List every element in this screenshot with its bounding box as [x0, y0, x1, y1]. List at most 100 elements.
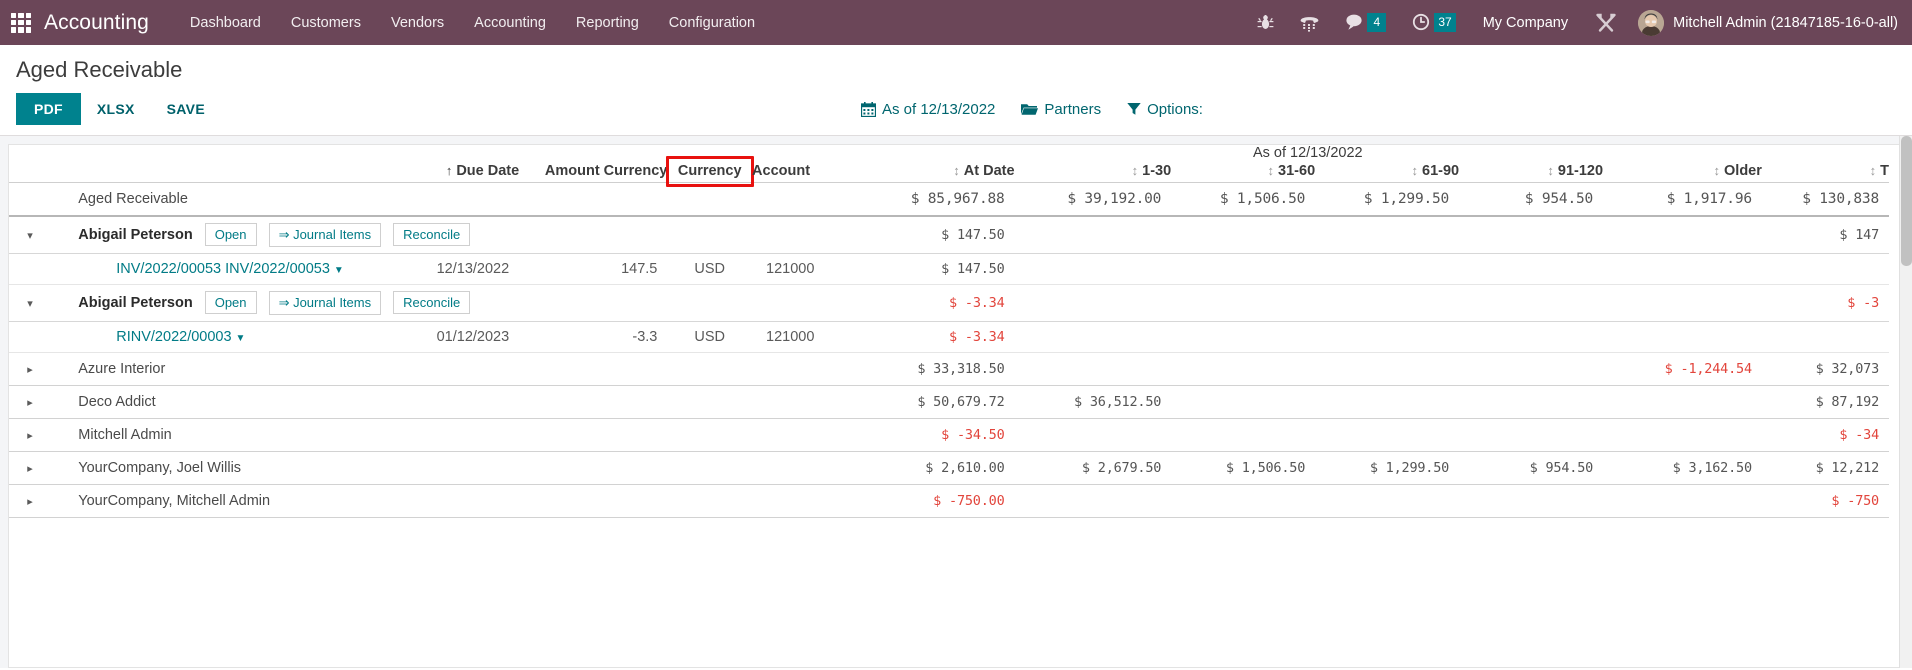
journal-line-row[interactable]: INV/2022/00053 INV/2022/00053 ▼ 12/13/202…: [9, 253, 1889, 284]
partner-name: Abigail Peterson: [78, 226, 192, 242]
column-header-31-60[interactable]: ↕31-60: [1171, 161, 1315, 182]
open-button[interactable]: Open: [205, 291, 257, 314]
row-at-date: $ -750.00: [854, 484, 1015, 517]
user-menu[interactable]: Mitchell Admin (21847185-16-0-all): [1630, 10, 1898, 36]
partner-name: Deco Addict: [68, 385, 853, 418]
column-header-61-90[interactable]: ↕61-90: [1315, 161, 1459, 182]
apps-grid-icon[interactable]: [8, 10, 34, 36]
filter-options[interactable]: Options:: [1127, 101, 1203, 118]
journal-entry-link[interactable]: INV/2022/00053 INV/2022/00053: [116, 261, 330, 277]
journal-items-button[interactable]: ⇒ Journal Items: [269, 223, 382, 247]
journal-entry-link[interactable]: RINV/2022/00003: [116, 329, 231, 345]
group-1-30: [1015, 216, 1172, 254]
open-button[interactable]: Open: [205, 223, 257, 246]
chevron-down-icon[interactable]: ▼: [236, 333, 246, 344]
row-61-90: [1315, 385, 1459, 418]
expand-caret-icon[interactable]: ▸: [23, 462, 37, 475]
expand-caret-icon[interactable]: ▸: [23, 363, 37, 376]
menu-item-accounting[interactable]: Accounting: [459, 1, 561, 45]
journal-items-button[interactable]: ⇒ Journal Items: [269, 291, 382, 315]
row-91-120: $ 954.50: [1459, 451, 1603, 484]
table-row[interactable]: ▸ Azure Interior $ 33,318.50 $ -1,244.54…: [9, 352, 1889, 385]
row-31-60: [1171, 484, 1315, 517]
table-row[interactable]: ▸ Deco Addict $ 50,679.72 $ 36,512.50 $ …: [9, 385, 1889, 418]
grand-total-row: Aged Receivable $ 85,967.88 $ 39,192.00 …: [9, 182, 1889, 216]
menu-item-customers[interactable]: Customers: [276, 1, 376, 45]
line-account: 121000: [752, 321, 854, 352]
filter-funnel-icon: [1127, 102, 1141, 116]
column-header-due-date[interactable]: ↑Due Date: [386, 161, 519, 182]
sort-none-icon: ↕: [953, 163, 960, 178]
group-31-60: [1171, 216, 1315, 254]
expand-caret-icon[interactable]: ▸: [23, 495, 37, 508]
row-total: $ 12,212: [1762, 451, 1889, 484]
line-account: 121000: [752, 253, 854, 284]
partner-name: YourCompany, Mitchell Admin: [68, 484, 853, 517]
column-header-91-120[interactable]: ↕91-120: [1459, 161, 1603, 182]
vertical-scrollbar[interactable]: [1899, 136, 1912, 668]
group-61-90: [1315, 216, 1459, 254]
table-row[interactable]: ▸ YourCompany, Mitchell Admin $ -750.00 …: [9, 484, 1889, 517]
line-due-date: 12/13/2022: [386, 253, 519, 284]
row-91-120: [1459, 484, 1603, 517]
table-row[interactable]: ▸ Mitchell Admin $ -34.50 $ -34: [9, 418, 1889, 451]
collapse-caret-icon[interactable]: ▾: [23, 229, 37, 242]
row-91-120: [1459, 385, 1603, 418]
chat-badge-count: 4: [1367, 13, 1386, 32]
grand-total-61-90: $ 1,299.50: [1315, 182, 1459, 216]
row-total: $ 32,073: [1762, 352, 1889, 385]
line-due-date: 01/12/2023: [386, 321, 519, 352]
expand-caret-icon[interactable]: ▸: [23, 429, 37, 442]
filter-as-of-date[interactable]: As of 12/13/2022: [861, 101, 995, 118]
currency-highlight-box: Currency: [666, 156, 754, 187]
column-header-currency[interactable]: Currency: [667, 161, 752, 182]
column-header-amount-currency[interactable]: Amount Currency: [519, 161, 667, 182]
navbar-right-tools: 4 37 My Company: [1244, 10, 1898, 36]
partner-group-row[interactable]: ▾ Abigail Peterson Open ⇒ Journal Items …: [9, 216, 1889, 254]
menu-item-reporting[interactable]: Reporting: [561, 1, 654, 45]
menu-item-configuration[interactable]: Configuration: [654, 1, 770, 45]
folder-open-icon: [1021, 102, 1038, 116]
column-header-at-date[interactable]: ↕At Date: [854, 161, 1015, 182]
dialpad-phone-icon[interactable]: [1287, 14, 1332, 32]
report-filters: As of 12/13/2022 Partners Options:: [861, 101, 1203, 118]
table-row[interactable]: ▸ YourCompany, Joel Willis $ 2,610.00 $ …: [9, 451, 1889, 484]
column-header-older[interactable]: ↕Older: [1603, 161, 1762, 182]
filter-as-of-date-label: As of 12/13/2022: [882, 101, 995, 118]
bug-icon[interactable]: [1244, 14, 1287, 32]
row-1-30: $ 2,679.50: [1015, 451, 1172, 484]
row-31-60: [1171, 418, 1315, 451]
reconcile-button[interactable]: Reconcile: [393, 223, 470, 246]
reconcile-button[interactable]: Reconcile: [393, 291, 470, 314]
partner-group-row[interactable]: ▾ Abigail Peterson Open ⇒ Journal Items …: [9, 284, 1889, 321]
filter-partners[interactable]: Partners: [1021, 101, 1101, 118]
expand-caret-icon[interactable]: ▸: [23, 396, 37, 409]
sort-none-icon: ↕: [1412, 163, 1419, 178]
group-1-30: [1015, 284, 1172, 321]
column-header-account[interactable]: Account: [752, 161, 854, 182]
app-brand-accounting[interactable]: Accounting: [44, 11, 149, 35]
xlsx-button[interactable]: XLSX: [81, 93, 151, 125]
company-switcher[interactable]: My Company: [1469, 15, 1582, 31]
sort-none-icon: ↕: [1870, 163, 1877, 178]
activity-clock-icon[interactable]: 37: [1399, 13, 1468, 32]
group-at-date: $ 147.50: [854, 216, 1015, 254]
menu-item-vendors[interactable]: Vendors: [376, 1, 459, 45]
column-header-1-30[interactable]: ↕1-30: [1015, 161, 1172, 182]
report-sheet: As of 12/13/2022 ↑Due Date Amount Curren…: [8, 144, 1904, 668]
scrollbar-thumb[interactable]: [1901, 136, 1912, 266]
chat-messages-icon[interactable]: 4: [1332, 13, 1399, 32]
column-header-total[interactable]: ↕T: [1762, 161, 1889, 182]
asof-banner-label: As of 12/13/2022: [854, 145, 1762, 161]
tools-wrench-icon[interactable]: [1582, 13, 1630, 33]
pdf-button[interactable]: PDF: [16, 93, 81, 125]
menu-item-dashboard[interactable]: Dashboard: [175, 1, 276, 45]
save-button[interactable]: SAVE: [151, 93, 221, 125]
chevron-down-icon[interactable]: ▼: [334, 265, 344, 276]
journal-line-row[interactable]: RINV/2022/00003▼ 01/12/2023 -3.3 USD 121…: [9, 321, 1889, 352]
row-older: [1603, 385, 1762, 418]
group-total: $ 147: [1762, 216, 1889, 254]
collapse-caret-icon[interactable]: ▾: [23, 297, 37, 310]
row-61-90: [1315, 418, 1459, 451]
partner-name: Mitchell Admin: [68, 418, 853, 451]
